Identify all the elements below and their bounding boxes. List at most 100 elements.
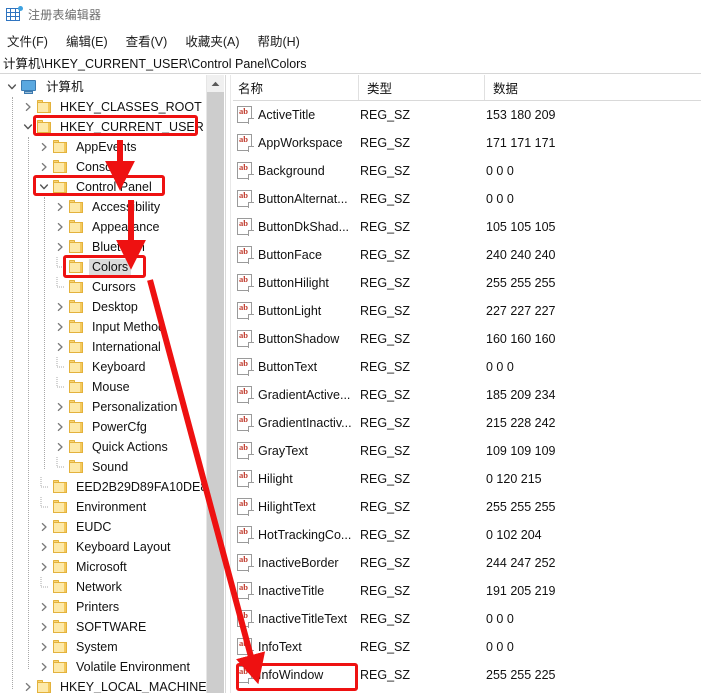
tree-item-eed2b29d89fa10de8a1[interactable]: EED2B29D89FA10DE8A1	[0, 477, 206, 497]
value-data: 191 205 219	[486, 584, 556, 598]
table-row[interactable]: ab ButtonAlternat... REG_SZ 0 0 0	[233, 185, 701, 213]
tree-item-keyboard-layout[interactable]: Keyboard Layout	[0, 537, 206, 557]
table-row[interactable]: abMenuREG_SZ240 240 240	[233, 689, 701, 693]
menu-view[interactable]: 查看(V)	[126, 29, 177, 52]
chevron-right-icon[interactable]	[36, 137, 52, 157]
tree-item-quick-actions[interactable]: Quick Actions	[0, 437, 206, 457]
table-row[interactable]: ab ButtonLight REG_SZ 227 227 227	[233, 297, 701, 325]
scrollbar-thumb[interactable]	[207, 92, 224, 693]
menu-edit[interactable]: 编辑(E)	[66, 29, 117, 52]
value-data: 105 105 105	[486, 220, 556, 234]
tree-item-keyboard[interactable]: Keyboard	[0, 357, 206, 377]
tree-item-volatile-environment[interactable]: Volatile Environment	[0, 657, 206, 677]
table-row[interactable]: ab ButtonHilight REG_SZ 255 255 255	[233, 269, 701, 297]
chevron-right-icon[interactable]	[52, 197, 68, 217]
chevron-right-icon[interactable]	[20, 677, 36, 693]
tree-item-printers[interactable]: Printers	[0, 597, 206, 617]
tree-item-environment[interactable]: Environment	[0, 497, 206, 517]
tree-item-bluetooth[interactable]: Bluetooth	[0, 237, 206, 257]
value-name: AppWorkspace	[258, 136, 343, 150]
tree-item-desktop[interactable]: Desktop	[0, 297, 206, 317]
table-row[interactable]: ab HilightText REG_SZ 255 255 255	[233, 493, 701, 521]
table-row[interactable]: ab ButtonShadow REG_SZ 160 160 160	[233, 325, 701, 353]
chevron-down-icon[interactable]	[4, 77, 20, 97]
table-row[interactable]: ab GrayText REG_SZ 109 109 109	[233, 437, 701, 465]
chevron-right-icon[interactable]	[36, 537, 52, 557]
table-row[interactable]: ab InfoText REG_SZ 0 0 0	[233, 633, 701, 661]
chevron-right-icon[interactable]	[36, 657, 52, 677]
table-row[interactable]: ab InactiveBorder REG_SZ 244 247 252	[233, 549, 701, 577]
chevron-right-icon[interactable]	[52, 297, 68, 317]
menu-help[interactable]: 帮助(H)	[257, 29, 308, 52]
table-row[interactable]: ab Hilight REG_SZ 0 120 215	[233, 465, 701, 493]
tree-item-appevents[interactable]: AppEvents	[0, 137, 206, 157]
table-row[interactable]: ab HotTrackingCo... REG_SZ 0 102 204	[233, 521, 701, 549]
chevron-down-icon[interactable]	[20, 117, 36, 137]
chevron-right-icon[interactable]	[52, 237, 68, 257]
value-data: 0 0 0	[486, 612, 514, 626]
chevron-right-icon[interactable]	[36, 597, 52, 617]
folder-icon	[52, 560, 68, 574]
column-type[interactable]: 类型	[358, 75, 484, 100]
chevron-right-icon[interactable]	[36, 157, 52, 177]
tree-item-sound[interactable]: Sound	[0, 457, 206, 477]
tree-item-label: PowerCfg	[92, 420, 147, 434]
tree-item-network[interactable]: Network	[0, 577, 206, 597]
chevron-right-icon[interactable]	[36, 637, 52, 657]
tree-item-label: Accessibility	[92, 200, 161, 214]
tree-item-mouse[interactable]: Mouse	[0, 377, 206, 397]
address-bar[interactable]: 计算机\HKEY_CURRENT_USER\Control Panel\Colo…	[0, 52, 701, 74]
tree-item-hkey-local-machine[interactable]: HKEY_LOCAL_MACHINE	[0, 677, 206, 693]
folder-icon	[68, 240, 84, 254]
table-row[interactable]: ab ButtonFace REG_SZ 240 240 240	[233, 241, 701, 269]
table-row[interactable]: ab ActiveTitle REG_SZ 153 180 209	[233, 101, 701, 129]
value-data: 244 247 252	[486, 556, 556, 570]
table-row[interactable]: ab GradientInactiv... REG_SZ 215 228 242	[233, 409, 701, 437]
chevron-right-icon[interactable]	[52, 397, 68, 417]
chevron-down-icon[interactable]	[36, 177, 52, 197]
table-row[interactable]: ab Background REG_SZ 0 0 0	[233, 157, 701, 185]
tree-vertical-scrollbar[interactable]	[206, 75, 224, 693]
menu-favorites[interactable]: 收藏夹(A)	[185, 29, 248, 52]
table-row[interactable]: ab ButtonDkShad... REG_SZ 105 105 105	[233, 213, 701, 241]
tree-item-international[interactable]: International	[0, 337, 206, 357]
chevron-right-icon[interactable]	[36, 517, 52, 537]
tree-item-software[interactable]: SOFTWARE	[0, 617, 206, 637]
column-data[interactable]: 数据	[484, 75, 701, 100]
chevron-right-icon[interactable]	[20, 97, 36, 117]
tree-item-eudc[interactable]: EUDC	[0, 517, 206, 537]
tree-item-accessibility[interactable]: Accessibility	[0, 197, 206, 217]
chevron-right-icon[interactable]	[52, 317, 68, 337]
column-name[interactable]: 名称	[233, 75, 358, 100]
table-row[interactable]: ab InactiveTitle REG_SZ 191 205 219	[233, 577, 701, 605]
chevron-right-icon[interactable]	[36, 557, 52, 577]
chevron-right-icon[interactable]	[52, 417, 68, 437]
chevron-right-icon[interactable]	[52, 217, 68, 237]
scroll-up-arrow-icon[interactable]	[207, 75, 224, 92]
table-row[interactable]: ab ButtonText REG_SZ 0 0 0	[233, 353, 701, 381]
table-row[interactable]: ab AppWorkspace REG_SZ 171 171 171	[233, 129, 701, 157]
chevron-right-icon[interactable]	[52, 437, 68, 457]
pane-divider[interactable]	[225, 75, 226, 693]
tree-item-hkey-classes-root[interactable]: HKEY_CLASSES_ROOT	[0, 97, 206, 117]
table-row[interactable]: ab InactiveTitleText REG_SZ 0 0 0	[233, 605, 701, 633]
table-row[interactable]: ab GradientActive... REG_SZ 185 209 234	[233, 381, 701, 409]
chevron-right-icon[interactable]	[36, 617, 52, 637]
menu-file[interactable]: 文件(F)	[7, 29, 57, 52]
tree-item-hkey-current-user[interactable]: HKEY_CURRENT_USER	[0, 117, 206, 137]
tree-item-microsoft[interactable]: Microsoft	[0, 557, 206, 577]
tree-item-personalization[interactable]: Personalization	[0, 397, 206, 417]
registry-tree-pane[interactable]: 计算机 HKEY_CLASSES_ROOT HKEY_CURRENT_USER App…	[0, 75, 206, 693]
tree-item-control-panel[interactable]: Control Panel	[0, 177, 206, 197]
tree-item-input-method[interactable]: Input Method	[0, 317, 206, 337]
values-list-pane[interactable]: 名称 类型 数据 ab ActiveTitle REG_SZ 153 180 209 ab A…	[233, 75, 701, 693]
tree-item-appearance[interactable]: Appearance	[0, 217, 206, 237]
tree-item-console[interactable]: Console	[0, 157, 206, 177]
tree-item-[interactable]: 计算机	[0, 77, 206, 97]
chevron-right-icon[interactable]	[52, 337, 68, 357]
tree-item-system[interactable]: System	[0, 637, 206, 657]
tree-item-colors[interactable]: Colors	[0, 257, 206, 277]
tree-item-powercfg[interactable]: PowerCfg	[0, 417, 206, 437]
tree-item-cursors[interactable]: Cursors	[0, 277, 206, 297]
table-row[interactable]: ab InfoWindow REG_SZ 255 255 225	[233, 661, 701, 689]
